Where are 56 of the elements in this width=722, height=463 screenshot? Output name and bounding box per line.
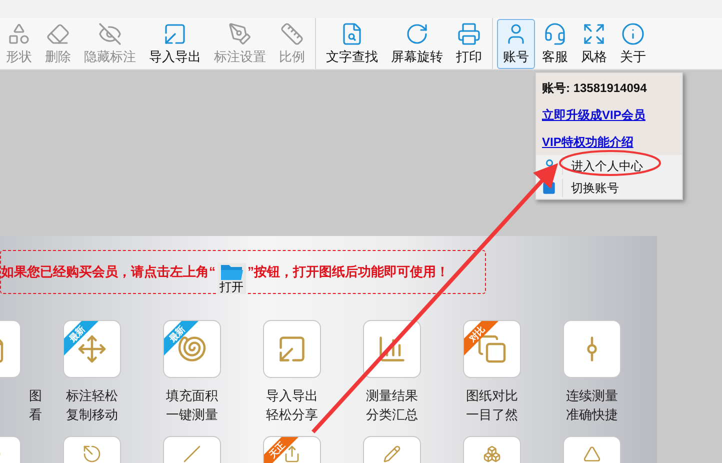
toolbar-button[interactable]: 客服 (536, 18, 574, 68)
feature-label: 一键测量 (166, 406, 218, 424)
menu-link[interactable]: VIP特权功能介绍 (542, 133, 676, 151)
notice-text: ”按钮，打开图纸后功能即可使用！ (248, 263, 449, 282)
feature-label: 连续测量 (566, 387, 618, 405)
feature-tile[interactable] (363, 320, 421, 378)
feature-label: 导入导出 (266, 387, 318, 405)
menu-item[interactable]: 切换账号 (536, 177, 682, 199)
feature-label: 标注轻松 (66, 387, 118, 405)
ribbon-badge: 最新 (64, 321, 99, 356)
feature-label: 测量结果 (366, 387, 418, 405)
document-search-icon (340, 22, 364, 46)
line-icon (183, 445, 201, 463)
menu-link[interactable]: 立即升级成VIP会员 (542, 106, 676, 124)
ruler-icon (280, 22, 304, 46)
info-icon (621, 22, 645, 46)
export-icon (277, 334, 307, 364)
eraser-icon (46, 22, 70, 46)
feature-tile[interactable] (263, 320, 321, 378)
feature-label: 图 (29, 387, 42, 405)
toolbar-button[interactable]: 屏幕旋转 (385, 18, 449, 68)
expand-icon (582, 22, 606, 46)
feature-label: 分类汇总 (366, 406, 418, 424)
toolbar-button[interactable]: 打印 (450, 18, 488, 68)
feature-label: 看 (29, 406, 42, 424)
pen-icon (228, 22, 252, 46)
ribbon-badge: 天正 (264, 437, 299, 463)
feature-label: 图纸对比 (466, 387, 518, 405)
ribbon-badge: 对比 (464, 321, 499, 356)
menu-item[interactable]: 进入个人中心 (536, 155, 682, 177)
toolbar-button[interactable]: 文字查找 (320, 18, 384, 68)
export-icon (163, 22, 187, 46)
chart-icon (377, 334, 407, 364)
shapes-icon (7, 22, 31, 46)
feature-label: 轻松分享 (266, 406, 318, 424)
notice-text: 如果您已经购买会员，请点击左上角“ (1, 263, 216, 282)
open-button[interactable]: 打开 (218, 262, 246, 294)
headset-icon (543, 22, 567, 46)
printer-icon (457, 22, 481, 46)
circle-arrow-icon (83, 445, 101, 463)
toolbar-button[interactable]: 账号 (497, 18, 535, 68)
feature-label: 填充面积 (166, 387, 218, 405)
toolbar-button[interactable]: 风格 (575, 18, 613, 68)
rotate-icon (405, 22, 429, 46)
pencil-icon (383, 445, 401, 463)
folder-icon (220, 262, 244, 280)
toolbar-button[interactable]: 关于 (614, 18, 652, 68)
eye-slash-icon (98, 22, 122, 46)
triangle-icon (583, 445, 601, 463)
feature-tile[interactable] (563, 320, 621, 378)
blocks-icon (483, 445, 501, 463)
toolbar-button[interactable]: 导入导出 (143, 18, 207, 68)
account-number: 账号: 13581914094 (542, 80, 648, 97)
feature-label: 准确快捷 (566, 406, 618, 424)
feature-label: 一目了然 (466, 406, 518, 424)
feature-label: 复制移动 (66, 406, 118, 424)
